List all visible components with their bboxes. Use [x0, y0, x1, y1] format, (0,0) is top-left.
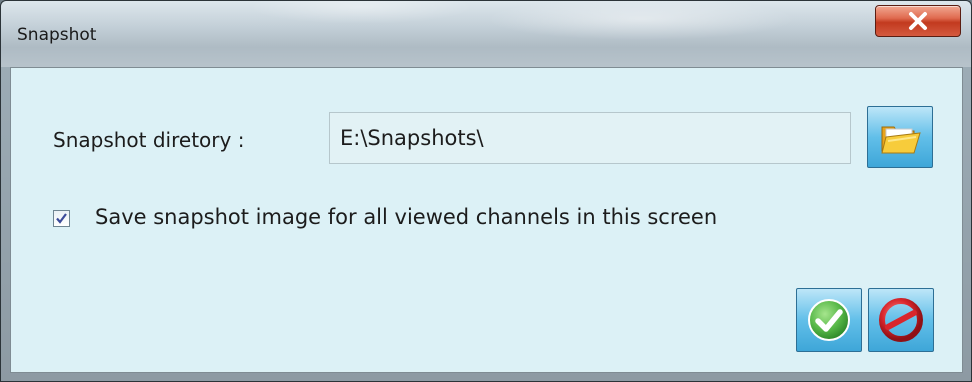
cancel-button[interactable]: [868, 288, 934, 352]
ok-button[interactable]: [796, 288, 862, 352]
directory-label: Snapshot diretory :: [53, 128, 245, 152]
title-bar[interactable]: Snapshot: [1, 1, 971, 67]
save-all-channels-checkbox[interactable]: [53, 210, 70, 227]
dialog-title: Snapshot: [17, 25, 97, 45]
prohibited-icon: [879, 298, 923, 342]
close-button[interactable]: [875, 5, 961, 37]
dialog-body: Snapshot diretory : Save snapshot image …: [10, 67, 963, 373]
browse-button[interactable]: [867, 106, 933, 168]
checkmark-icon: [56, 213, 67, 224]
save-all-channels-label[interactable]: Save snapshot image for all viewed chann…: [95, 205, 717, 229]
close-icon: [909, 12, 927, 30]
green-check-icon: [808, 299, 850, 341]
directory-field[interactable]: [329, 112, 851, 164]
snapshot-dialog: Snapshot Snapshot diretory : Save snapsh…: [0, 0, 972, 382]
folder-open-icon: [881, 126, 921, 154]
